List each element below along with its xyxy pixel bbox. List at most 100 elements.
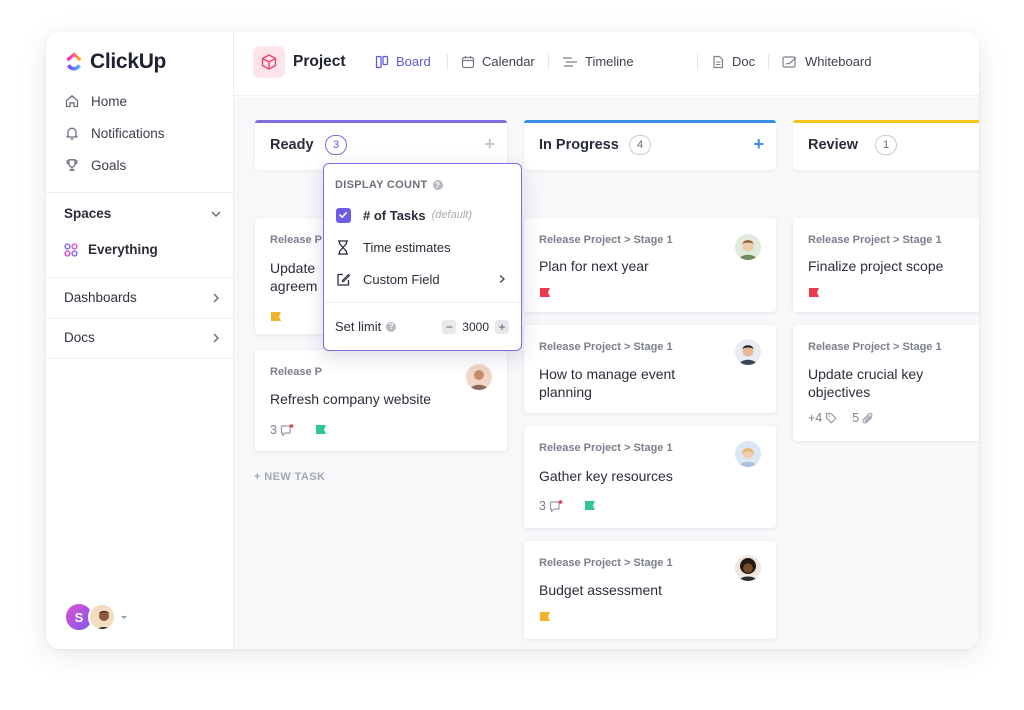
comment-count-value: 3: [539, 499, 546, 513]
option-time-estimates[interactable]: Time estimates: [335, 239, 507, 255]
tab-calendar[interactable]: Calendar: [461, 54, 535, 69]
project-title[interactable]: Project: [293, 53, 346, 71]
new-task-button[interactable]: + NEW TASK: [254, 471, 325, 483]
increment-button[interactable]: +: [495, 319, 509, 334]
nav-home[interactable]: Home: [64, 93, 127, 109]
assignee-avatar[interactable]: [735, 441, 761, 467]
card-breadcrumb: Release P: [270, 366, 322, 378]
card-meta: 3: [539, 499, 596, 513]
edit-field-icon: [336, 273, 350, 286]
task-card[interactable]: Release Project > Stage 1 Update crucial…: [793, 325, 979, 441]
assignee-avatar[interactable]: [466, 364, 492, 390]
tags-count[interactable]: +4: [808, 411, 837, 425]
tab-divider: [447, 54, 448, 70]
card-title: Budget assessment: [539, 582, 662, 598]
attachments-count[interactable]: 5: [852, 411, 874, 425]
assignee-avatar[interactable]: [735, 234, 761, 260]
chevron-right-icon: [213, 332, 220, 343]
tab-doc-label: Doc: [732, 54, 756, 69]
nav-notifications-label: Notifications: [91, 125, 165, 141]
dashboards-label: Dashboards: [64, 290, 137, 305]
help-icon[interactable]: ?: [432, 180, 443, 190]
priority-flag-icon[interactable]: [315, 424, 327, 436]
sidebar-divider: [46, 277, 234, 278]
spaces-header[interactable]: Spaces: [64, 206, 222, 221]
set-limit-label-group: Set limit ?: [335, 319, 397, 334]
tab-whiteboard[interactable]: Whiteboard: [782, 54, 871, 69]
comment-count[interactable]: 3: [539, 499, 563, 513]
card-title: Gather key resources: [539, 468, 673, 484]
priority-flag-icon[interactable]: [270, 311, 282, 323]
board-icon: [375, 55, 389, 68]
priority-flag-icon[interactable]: [808, 287, 820, 299]
tab-calendar-label: Calendar: [482, 54, 535, 69]
help-icon[interactable]: ?: [386, 321, 397, 332]
option-custom-field[interactable]: Custom Field: [335, 271, 507, 287]
chevron-right-icon: [499, 274, 506, 284]
card-title: How to manage event planning: [539, 365, 675, 401]
task-card[interactable]: Release Project > Stage 1 Plan for next …: [524, 218, 776, 312]
tags-count-value: +4: [808, 411, 823, 425]
tab-board[interactable]: Board: [375, 54, 431, 69]
card-title-line: agreem: [270, 278, 318, 294]
space-everything[interactable]: Everything: [64, 242, 158, 257]
comment-count[interactable]: 3: [270, 423, 294, 437]
app-name: ClickUp: [90, 50, 167, 73]
nav-notifications[interactable]: Notifications: [64, 125, 165, 141]
option-number-of-tasks[interactable]: # of Tasks (default): [335, 207, 507, 223]
checkbox-checked-icon[interactable]: [335, 207, 351, 223]
card-meta: [270, 311, 282, 323]
task-card[interactable]: Release P Refresh company website 3: [255, 350, 507, 451]
add-task-plus-icon[interactable]: +: [753, 134, 764, 155]
nav-goals-label: Goals: [91, 157, 127, 173]
task-card[interactable]: Release Project > Stage 1 Gather key res…: [524, 426, 776, 528]
paperclip-icon: [862, 412, 873, 423]
attachments-count-value: 5: [852, 411, 860, 425]
sidebar-docs[interactable]: Docs: [64, 330, 222, 345]
trophy-icon: [66, 159, 78, 171]
tab-timeline[interactable]: Timeline: [562, 54, 634, 69]
nav-goals[interactable]: Goals: [64, 157, 126, 173]
column-count-badge[interactable]: 3: [325, 135, 347, 155]
card-title: Finalize project scope: [808, 258, 944, 274]
card-meta: [539, 287, 551, 299]
limit-value[interactable]: 3000: [462, 320, 489, 334]
cube-icon: [261, 54, 277, 70]
caret-down-icon[interactable]: [120, 613, 128, 621]
whiteboard-icon: [782, 55, 797, 68]
clickup-logo[interactable]: ClickUp: [64, 50, 166, 74]
task-card[interactable]: Release Project > Stage 1 How to manage …: [524, 325, 776, 413]
limit-stepper[interactable]: − 3000 +: [442, 319, 509, 334]
card-meta: 3: [270, 423, 327, 437]
project-icon-box: [253, 46, 285, 78]
user-menu[interactable]: S: [64, 602, 128, 632]
card-meta: +4 5: [808, 411, 874, 425]
task-card[interactable]: Release Project > Stage 1 Finalize proje…: [793, 218, 979, 312]
card-breadcrumb: Release Project > Stage 1: [539, 557, 673, 569]
column-title: In Progress: [539, 137, 619, 153]
display-count-popover: DISPLAY COUNT ? # of Tasks (default) Tim…: [323, 163, 522, 351]
card-title: Update crucial key objectives: [808, 365, 923, 401]
add-task-plus-icon[interactable]: +: [484, 134, 495, 155]
column-count-badge[interactable]: 4: [629, 135, 651, 155]
tab-doc[interactable]: Doc: [711, 54, 755, 69]
set-limit-row: Set limit ? − 3000 +: [335, 319, 509, 334]
priority-flag-icon[interactable]: [539, 611, 551, 623]
decrement-button[interactable]: −: [442, 319, 457, 334]
home-icon: [65, 95, 79, 108]
card-breadcrumb: Release Project > Stage 1: [539, 442, 673, 454]
comment-icon: [280, 423, 294, 436]
sidebar-dashboards[interactable]: Dashboards: [64, 290, 222, 305]
task-card[interactable]: Release Project > Stage 1 Budget assessm…: [524, 541, 776, 639]
chevron-down-icon[interactable]: [210, 208, 222, 220]
card-breadcrumb: Release Project > Stage 1: [539, 341, 673, 353]
column-header-in-progress[interactable]: In Progress 4 +: [524, 120, 776, 170]
column-color-bar: [524, 120, 776, 123]
assignee-avatar[interactable]: [735, 555, 761, 581]
assignee-avatar[interactable]: [735, 339, 761, 365]
column-header-review[interactable]: Review 1: [793, 120, 979, 170]
user-avatar: [88, 603, 116, 631]
column-count-badge[interactable]: 1: [875, 135, 897, 155]
priority-flag-icon[interactable]: [584, 500, 596, 512]
priority-flag-icon[interactable]: [539, 287, 551, 299]
